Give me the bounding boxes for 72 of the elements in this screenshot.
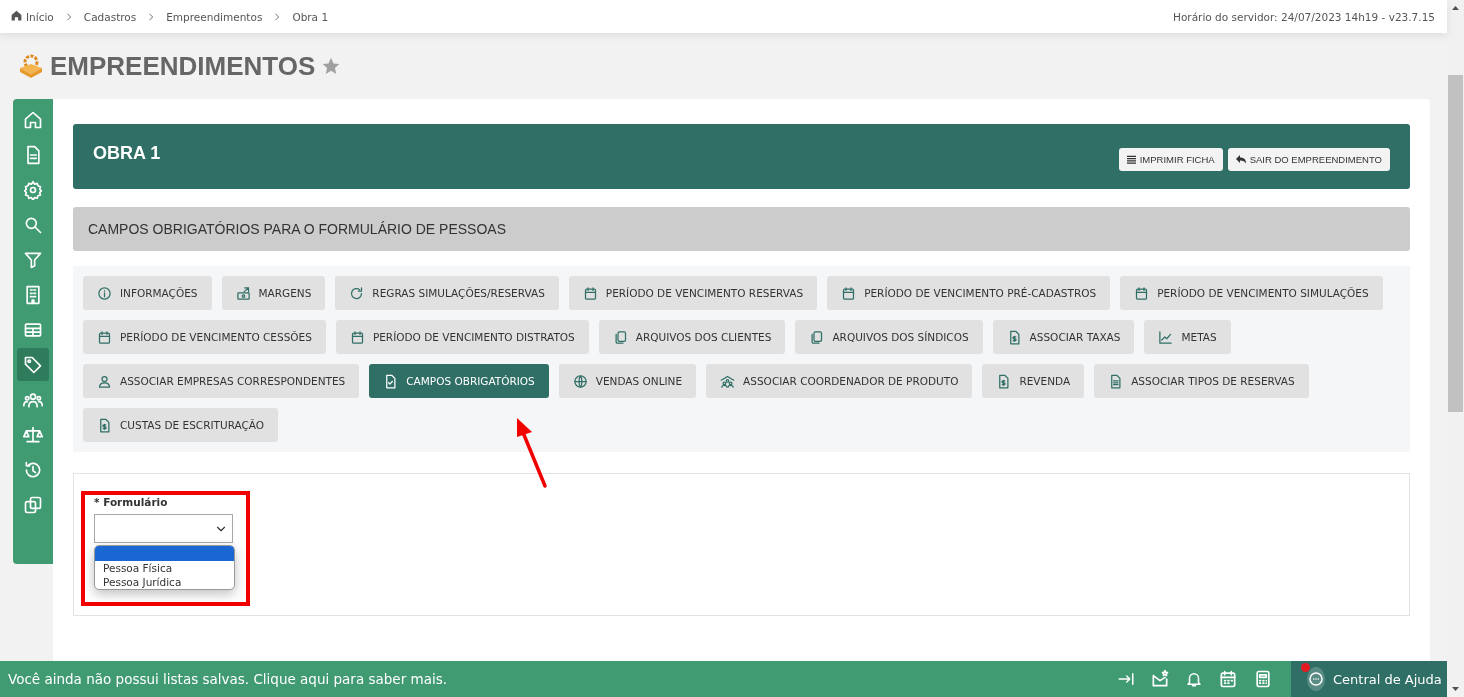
project-title: OBRA 1: [93, 143, 161, 164]
tab-button[interactable]: ASSOCIAR TAXAS: [992, 320, 1135, 354]
building-icon: [23, 284, 43, 305]
arrow-to-line-icon: [1117, 670, 1135, 688]
tab-button[interactable]: REVENDA: [982, 364, 1085, 398]
reply-icon: [1235, 154, 1246, 164]
tab-button[interactable]: INFORMAÇÕES: [83, 276, 212, 310]
info-icon: [97, 285, 112, 301]
dropdown-option[interactable]: Pessoa Física: [95, 561, 234, 575]
home-icon: [23, 109, 43, 130]
tab-button[interactable]: ASSOCIAR TIPOS DE RESERVAS: [1094, 364, 1309, 398]
tab-button[interactable]: VENDAS ONLINE: [558, 364, 697, 398]
invoice-icon: [996, 373, 1012, 389]
calendar-icon: [1134, 285, 1150, 301]
tab-button[interactable]: PERÍODO DE VENCIMENTO RESERVAS: [568, 276, 818, 310]
gear-box-logo-icon: [18, 53, 44, 79]
tab-button[interactable]: PERÍODO DE VENCIMENTO DISTRATOS: [335, 320, 589, 354]
files-icon: [612, 329, 628, 345]
tab-button[interactable]: ASSOCIAR EMPRESAS CORRESPONDENTES: [83, 364, 360, 398]
sidebar-item[interactable]: [17, 348, 49, 381]
line-chart-icon: [1158, 329, 1174, 345]
tab-button[interactable]: PERÍODO DE VENCIMENTO PRÉ-CADASTROS: [827, 276, 1111, 310]
globe-icon: [572, 373, 588, 389]
list-icon: [1126, 154, 1136, 164]
envelope-star-icon: [1150, 669, 1170, 689]
breadcrumb-link[interactable]: Início: [10, 9, 54, 24]
server-time: Horário do servidor: 24/07/2023 14h19 - v23.7.15: [1173, 10, 1435, 23]
field-label: * Formulário: [94, 496, 169, 508]
page-title: EMPREENDIMENTOS: [50, 50, 316, 82]
help-center-button[interactable]: Central de Ajuda: [1291, 661, 1447, 697]
history-icon: [23, 459, 43, 480]
refresh-icon: [349, 285, 365, 301]
calendar-icon: [349, 329, 365, 345]
money-arrows-icon: [235, 285, 251, 301]
tab-button[interactable]: MARGENS: [221, 276, 326, 310]
tab-button[interactable]: METAS: [1144, 320, 1231, 354]
breadcrumb-link[interactable]: Obra 1: [292, 10, 329, 23]
calendar-icon: [97, 329, 112, 345]
tag-icon: [23, 354, 43, 375]
home-icon: [10, 9, 23, 22]
tab-button[interactable]: PERÍODO DE VENCIMENTO SIMULAÇÕES: [1120, 276, 1383, 310]
document-icon: [1108, 373, 1124, 389]
tab-button[interactable]: ASSOCIAR COORDENADOR DE PRODUTO: [706, 364, 973, 398]
settings-icon: [23, 179, 43, 200]
calendar-icon: [841, 285, 857, 301]
tab-button[interactable]: ARQUIVOS DOS CLIENTES: [598, 320, 786, 354]
calendar-icon: [582, 285, 598, 301]
tab-button[interactable]: PERÍODO DE VENCIMENTO CESSÕES: [83, 320, 326, 354]
tab-button[interactable]: CUSTAS DE ESCRITURAÇÃO: [83, 408, 279, 442]
tab-button[interactable]: CAMPOS OBRIGATÓRIOS: [369, 364, 549, 398]
form-select[interactable]: [94, 514, 233, 543]
document-check-icon: [383, 373, 399, 389]
section-title: CAMPOS OBRIGATÓRIOS PARA O FORMULÁRIO DE PESSOAS: [73, 207, 1410, 251]
copy-icon: [23, 494, 43, 515]
calculator-icon: [1253, 669, 1273, 689]
bell-icon: [1185, 670, 1203, 688]
tab-button[interactable]: ARQUIVOS DOS SÍNDICOS: [795, 320, 983, 354]
user-icon: [97, 373, 112, 389]
files-icon: [809, 329, 825, 345]
scale-icon: [23, 424, 43, 445]
star-icon[interactable]: [321, 56, 342, 76]
tab-button[interactable]: REGRAS SIMULAÇÕES/RESERVAS: [335, 276, 559, 310]
chat-bubble-icon: [1307, 670, 1325, 688]
scrollbar-thumb[interactable]: [1448, 75, 1463, 412]
calendar-icon: [1218, 669, 1238, 689]
breadcrumb-link[interactable]: Cadastros: [83, 10, 137, 23]
exit-button[interactable]: SAIR DO EMPREENDIMENTO: [1227, 147, 1390, 171]
people-roof-icon: [720, 373, 736, 389]
breadcrumb-link[interactable]: Empreendimentos: [166, 10, 263, 23]
print-button[interactable]: IMPRIMIR FICHA: [1118, 147, 1223, 171]
dropdown-option[interactable]: Pessoa Jurídica: [95, 575, 234, 589]
invoice-icon: [97, 417, 112, 433]
